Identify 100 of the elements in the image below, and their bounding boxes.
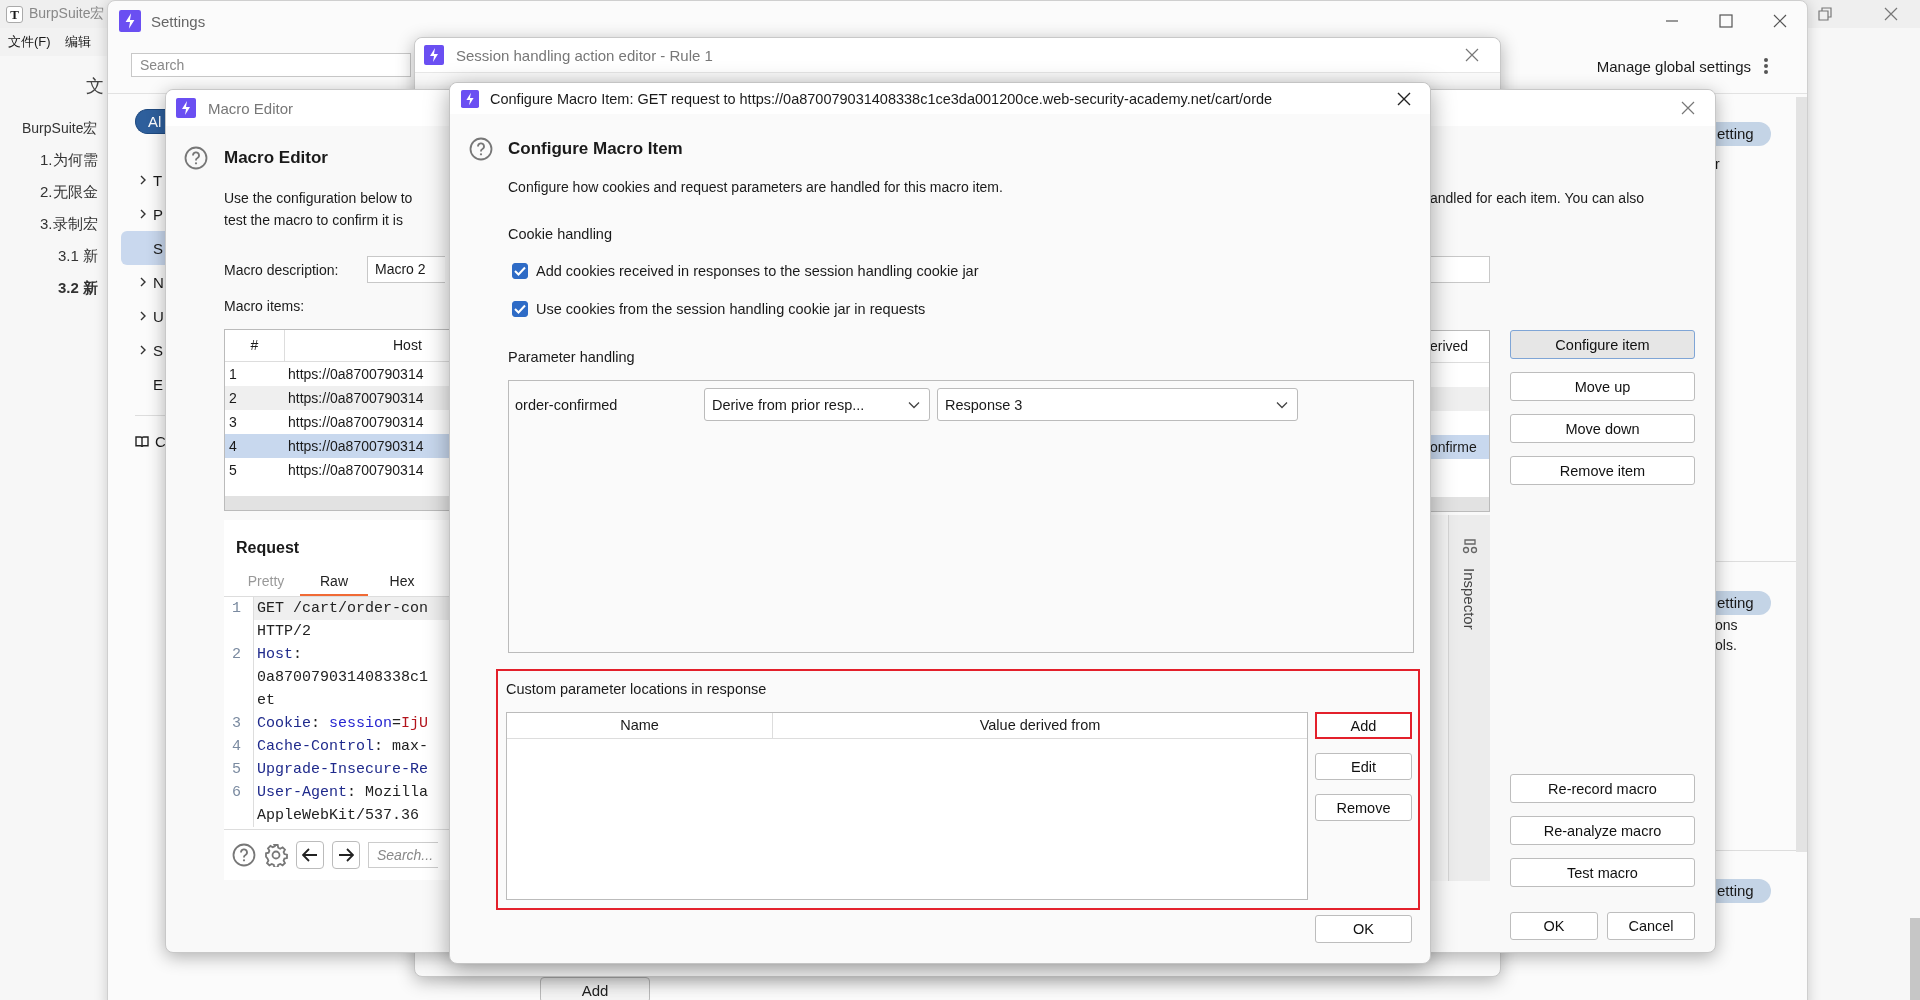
response-dropdown[interactable]: Response 3 <box>937 388 1298 421</box>
forward-button[interactable] <box>332 841 360 869</box>
scrollbar[interactable] <box>225 496 449 510</box>
ok-button[interactable]: OK <box>1315 915 1412 943</box>
docs-link[interactable]: C <box>155 433 166 450</box>
checkbox-label[interactable]: Use cookies from the session handling cookie jar in requests <box>536 301 926 317</box>
lightning-icon <box>424 45 444 65</box>
scrollbar[interactable] <box>1796 97 1807 852</box>
lightning-icon <box>119 10 141 32</box>
nav-item[interactable]: N <box>121 265 166 299</box>
table-row[interactable]: 1 https://0a8700790314 <box>225 362 449 386</box>
more-options-icon[interactable] <box>1763 57 1769 75</box>
window-title: Configure Macro Item: GET request to https://0a870079031408338c1ce3da001200ce.web-security-academy.net/cart/orde <box>490 90 1273 107</box>
outline-item[interactable]: 3.2 新 <box>58 272 99 304</box>
line-number: 6 <box>224 781 254 804</box>
search-field[interactable]: Search <box>131 53 411 77</box>
dialog-heading: Configure Macro Item <box>508 139 683 159</box>
tab[interactable]: Hex <box>368 568 436 596</box>
setting-tag: etting <box>1715 591 1771 615</box>
close-icon[interactable] <box>1397 91 1411 106</box>
nav-item[interactable]: U <box>121 299 166 333</box>
nav-item[interactable]: S <box>121 333 166 367</box>
column-header[interactable]: Value derived from <box>773 713 1307 738</box>
description-text: ons <box>1715 616 1738 635</box>
back-button[interactable] <box>296 841 324 869</box>
column-header[interactable]: # <box>225 330 285 361</box>
table-cell-text: https://0a8700790314 <box>287 437 425 456</box>
description-text: r <box>1715 155 1720 174</box>
scrollbar[interactable] <box>1430 497 1489 511</box>
table-row[interactable]: 3 https://0a8700790314 <box>225 410 449 434</box>
macro-button[interactable]: Test macro <box>1510 858 1695 887</box>
table-row[interactable]: 2 https://0a8700790314 <box>225 386 449 410</box>
line-number: 5 <box>224 758 254 781</box>
line-number: 3 <box>224 712 254 735</box>
outline-item[interactable]: 1.为何需 <box>40 144 98 176</box>
column-header[interactable]: Name <box>507 713 773 738</box>
checkbox[interactable] <box>512 301 528 317</box>
window-title: Session handling action editor - Rule 1 <box>456 46 713 64</box>
action-button[interactable]: Remove item <box>1510 456 1695 485</box>
nav-item[interactable]: S <box>121 231 166 265</box>
help-icon[interactable] <box>469 137 493 161</box>
action-button[interactable]: Edit <box>1315 753 1412 780</box>
table-row[interactable]: onfirme <box>1430 435 1489 459</box>
window-title: BurpSuite宏 <box>29 5 105 23</box>
setting-tag: etting <box>1715 879 1771 903</box>
action-button[interactable]: Add <box>1315 712 1412 739</box>
description-text: Use the configuration below to <box>224 189 413 208</box>
table-cell-text: 5 <box>228 461 238 480</box>
outline-item[interactable]: 3.1 新 <box>58 240 99 272</box>
macro-button[interactable]: Re-analyze macro <box>1510 816 1695 845</box>
line-number: 2 <box>224 643 254 666</box>
maximize-icon[interactable] <box>1718 13 1734 29</box>
table-row[interactable]: 5 https://0a8700790314 <box>225 458 449 482</box>
dialog-button[interactable]: OK <box>1510 912 1598 940</box>
section-title: Cookie handling <box>508 225 612 244</box>
heading-fragment: 文 <box>86 75 105 98</box>
text-field[interactable] <box>1430 256 1490 283</box>
nav-item[interactable]: P <box>121 197 166 231</box>
chevron-down-icon <box>908 400 920 409</box>
outline-item[interactable]: BurpSuite宏 <box>22 112 98 144</box>
nav-item[interactable]: E <box>121 367 166 401</box>
search-field[interactable]: Search... <box>368 842 438 868</box>
dialog-button[interactable]: Cancel <box>1607 912 1695 940</box>
settings-icon[interactable] <box>264 843 288 867</box>
nav-item[interactable]: T <box>121 163 166 197</box>
window-title: Settings <box>151 12 206 30</box>
outline-item[interactable]: 2.无限金 <box>40 176 98 208</box>
help-icon[interactable] <box>232 843 256 867</box>
action-button[interactable]: Remove <box>1315 794 1412 821</box>
table-cell-text: https://0a8700790314 <box>287 365 425 384</box>
action-button[interactable]: Move up <box>1510 372 1695 401</box>
add-button[interactable]: Add <box>540 977 650 1000</box>
action-button[interactable]: Move down <box>1510 414 1695 443</box>
scrollbar[interactable] <box>1910 918 1920 1000</box>
filter-chip[interactable]: Al <box>135 109 166 134</box>
chevron-right-icon <box>139 311 147 321</box>
macro-description-field[interactable]: Macro 2 <box>367 256 445 283</box>
code-line: Upgrade-Insecure-Re <box>256 760 430 780</box>
inspector-panel[interactable]: Inspector <box>1448 515 1490 881</box>
action-button[interactable]: Configure item <box>1510 330 1695 359</box>
macro-button[interactable]: Re-record macro <box>1510 774 1695 803</box>
menu-item[interactable]: 文件(F) <box>8 33 51 51</box>
description-text: andled for each item. You can also <box>1430 189 1645 208</box>
source-dropdown[interactable]: Derive from prior resp... <box>704 388 930 421</box>
checkbox-label[interactable]: Add cookies received in responses to the session handling cookie jar <box>536 263 979 279</box>
restore-icon[interactable] <box>1818 7 1832 21</box>
lightning-icon <box>176 98 196 118</box>
checkbox[interactable] <box>512 263 528 279</box>
app-icon: T <box>6 5 23 23</box>
section-label: Macro items: <box>224 297 305 316</box>
manage-global-settings-link[interactable]: Manage global settings <box>1596 57 1751 75</box>
column-header[interactable]: Host <box>285 330 449 361</box>
table-row[interactable]: 4 https://0a8700790314 <box>225 434 449 458</box>
table-cell-text: 4 <box>228 437 238 456</box>
menu-item[interactable]: 编辑 <box>64 33 91 51</box>
outline-item[interactable]: 3.录制宏 <box>40 208 98 240</box>
setting-tag: etting <box>1715 122 1771 146</box>
description-text: Configure how cookies and request parameters are handled for this macro item. <box>508 178 1003 197</box>
help-icon[interactable] <box>184 146 208 170</box>
close-icon[interactable] <box>1772 13 1788 29</box>
